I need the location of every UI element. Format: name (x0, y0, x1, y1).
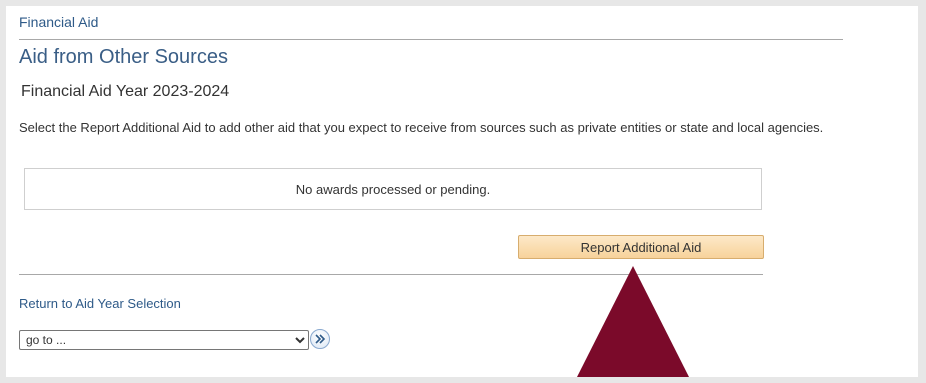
awards-panel: No awards processed or pending. (24, 168, 762, 210)
return-to-aid-year-link[interactable]: Return to Aid Year Selection (19, 296, 181, 311)
awards-empty-message: No awards processed or pending. (295, 181, 491, 197)
instructions-text: Select the Report Additional Aid to add … (19, 120, 824, 135)
breadcrumb-divider (19, 39, 843, 40)
breadcrumb: Financial Aid (19, 14, 99, 30)
goto-select[interactable]: go to ... (19, 330, 309, 350)
aid-year-heading: Financial Aid Year 2023-2024 (21, 83, 230, 100)
report-additional-aid-button[interactable]: Report Additional Aid (518, 235, 764, 259)
double-chevron-right-icon (315, 334, 326, 344)
pointer-triangle-icon (577, 266, 689, 377)
financial-aid-page: Financial Aid Aid from Other Sources Fin… (6, 6, 918, 377)
page-title: Aid from Other Sources (19, 46, 228, 68)
go-button[interactable] (310, 329, 330, 349)
